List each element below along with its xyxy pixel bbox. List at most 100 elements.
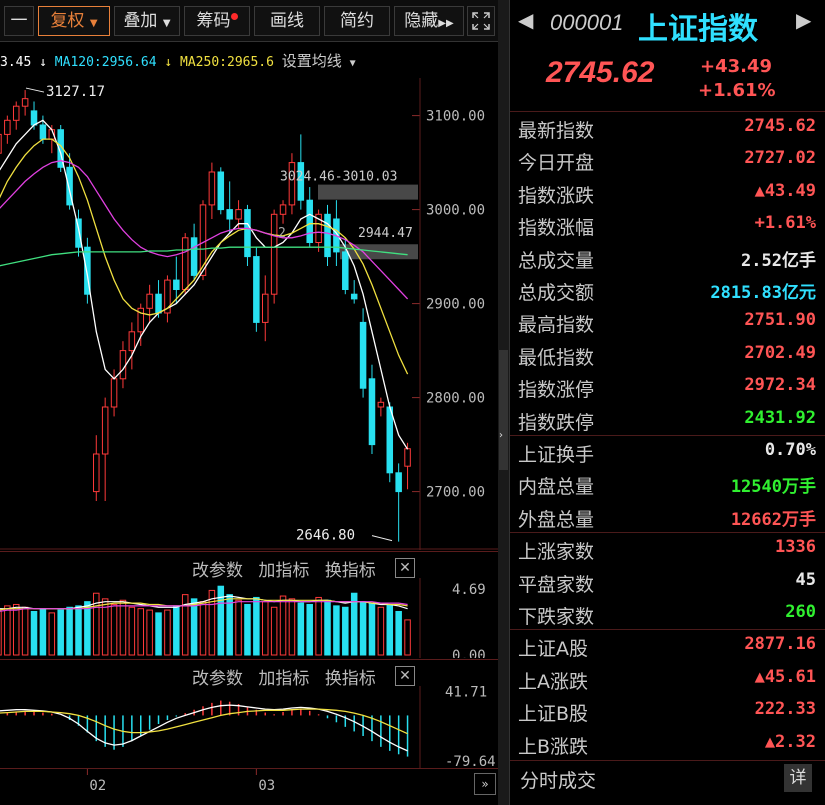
quote-row-label: 指数涨幅 bbox=[518, 217, 595, 240]
candle-body bbox=[75, 218, 82, 248]
fullscreen-button[interactable] bbox=[467, 6, 495, 36]
y-tick-label: 2900.00 bbox=[426, 297, 485, 313]
quote-row-label: 上证B股 bbox=[518, 703, 589, 726]
quote-row: 最新指数 2745.62 bbox=[510, 112, 825, 144]
next-arrow-icon[interactable]: ▶ bbox=[796, 8, 811, 32]
volume-bar bbox=[342, 606, 349, 656]
candle-body bbox=[39, 124, 47, 140]
range-annotation-label: 3024.46-3010.03 bbox=[280, 170, 397, 185]
candle-body bbox=[368, 378, 376, 446]
volume-bar bbox=[404, 619, 411, 656]
candle-body bbox=[128, 331, 136, 352]
toolbar-simple-button[interactable]: 简约 bbox=[324, 6, 390, 36]
double-arrow-right-icon: ▶▶ bbox=[438, 18, 454, 29]
mid-annotation-label: 2944.47 bbox=[358, 226, 413, 241]
x-tick-label: 02 bbox=[89, 778, 106, 794]
ma-settings-link[interactable]: 设置均线 bbox=[282, 52, 342, 70]
quote-row: 指数跌停 2431.92 bbox=[510, 404, 825, 436]
quote-row: 最低指数 2702.49 bbox=[510, 339, 825, 371]
previous-arrow-icon[interactable]: ◀ bbox=[518, 8, 533, 32]
arrow-down-icon: ↓ bbox=[39, 55, 55, 70]
quote-rows: 最新指数 2745.62 今日开盘 2727.02 指数涨跌 ▲43.49 指数涨幅 +1.6… bbox=[510, 112, 825, 762]
quote-row: 今日开盘 2727.02 bbox=[510, 144, 825, 176]
price-zone-band bbox=[318, 184, 418, 200]
candle-body bbox=[350, 293, 358, 300]
volume-bar bbox=[110, 603, 118, 656]
quote-row: 上A涨跌 ▲45.61 bbox=[510, 663, 825, 695]
candlestick-chart[interactable]: 3100.00 3000.00 2900.00 2800.00 2700.00 3127.… bbox=[0, 78, 498, 550]
close-panel-button[interactable]: ✕ bbox=[395, 558, 415, 578]
quote-panel: ◀ 000001 上证指数 ▶ 2745.62 +43.49 +1.61% 最新… bbox=[509, 0, 825, 805]
volume-bar bbox=[368, 602, 376, 656]
volume-bar bbox=[377, 606, 385, 656]
volume-bar bbox=[39, 608, 47, 656]
quote-row-value: 2727.02 bbox=[744, 148, 816, 169]
toolbar-chips-button[interactable]: 筹码 bbox=[184, 6, 250, 36]
candle-body bbox=[306, 199, 313, 243]
ma250-label: MA250:2965.6 bbox=[180, 55, 274, 70]
volume-bar bbox=[57, 609, 64, 656]
quote-row-value: 0.70% bbox=[764, 440, 816, 460]
volume-bar bbox=[164, 609, 171, 656]
candle-body bbox=[146, 293, 153, 309]
volume-bar bbox=[84, 601, 91, 656]
quote-row: 平盘家数 45 bbox=[510, 566, 825, 598]
divider bbox=[0, 659, 498, 660]
splitter-bar[interactable]: › bbox=[498, 0, 509, 805]
volume-bar bbox=[324, 599, 331, 656]
x-axis: 02 03 » bbox=[0, 768, 498, 798]
volume-bar bbox=[75, 605, 82, 656]
close-panel-button[interactable]: ✕ bbox=[395, 666, 415, 686]
quote-row-value: 12662万手 bbox=[730, 509, 816, 530]
quote-row-label: 平盘家数 bbox=[518, 573, 595, 596]
candle-body bbox=[208, 171, 216, 206]
quote-row-label: 总成交量 bbox=[518, 249, 595, 272]
volume-bar bbox=[253, 596, 260, 656]
price-change: +43.49 bbox=[700, 56, 773, 77]
macd-chart[interactable]: 41.71 -79.64 bbox=[0, 686, 498, 768]
quote-row-value: 2751.90 bbox=[744, 310, 816, 331]
high-price-label: 3127.17 bbox=[46, 84, 105, 100]
quote-row: 上涨家数 1336 bbox=[510, 533, 825, 565]
high-price-arrow bbox=[25, 87, 45, 93]
double-chevron-right-icon: » bbox=[481, 777, 489, 791]
ma-summary-line: 3.45 ↓ MA120:2956.64 ↓ MA250:2965.6 设置均线… bbox=[0, 50, 356, 72]
candle-body bbox=[101, 406, 109, 455]
candle-body bbox=[377, 401, 385, 408]
close-icon: ✕ bbox=[399, 668, 411, 684]
volume-bar bbox=[173, 605, 180, 656]
toolbar-hide-button[interactable]: 隐藏▶▶ bbox=[394, 6, 464, 36]
quote-row: 上证A股 2877.16 bbox=[510, 630, 825, 662]
scroll-right-button[interactable]: » bbox=[474, 773, 496, 795]
quote-row-value: 1336 bbox=[775, 537, 816, 558]
volume-bar bbox=[279, 595, 287, 656]
y-tick-label: 3000.00 bbox=[426, 203, 485, 219]
macd-dea-line bbox=[0, 708, 408, 735]
candle-body bbox=[342, 251, 349, 290]
splitter-handle[interactable] bbox=[499, 350, 508, 470]
quote-row-value: 2431.92 bbox=[744, 407, 816, 428]
quote-row: 下跌家数 260 bbox=[510, 598, 825, 630]
low-price-label: 2646.80 bbox=[296, 528, 355, 544]
toolbar-overlay-button[interactable]: 叠加 ▼ bbox=[114, 6, 180, 36]
quote-row-value: +1.61% bbox=[754, 213, 816, 234]
volume-bar bbox=[297, 602, 305, 656]
toolbar-minimize-button[interactable]: 一 bbox=[4, 6, 34, 36]
arrow-down-icon: ↓ bbox=[164, 55, 181, 70]
chart-toolbar: 一 复权 ▼ 叠加 ▼ 筹码 画线 简约 隐藏▶▶ bbox=[0, 0, 498, 42]
toolbar-adjust-button[interactable]: 复权 ▼ bbox=[38, 6, 110, 36]
toolbar-draw-button[interactable]: 画线 bbox=[254, 6, 320, 36]
close-icon: ✕ bbox=[399, 560, 411, 576]
quote-row: 上证B股 222.33 bbox=[510, 695, 825, 727]
volume-bar bbox=[30, 610, 38, 656]
quote-header: ◀ 000001 上证指数 ▶ bbox=[510, 0, 825, 47]
toolbar-simple-label: 简约 bbox=[340, 11, 374, 31]
quote-row: 指数涨跌 ▲43.49 bbox=[510, 177, 825, 209]
quote-row-value: ▲2.32 bbox=[764, 731, 816, 752]
quote-row-label: 最新指数 bbox=[518, 120, 595, 142]
detail-button[interactable]: 详 bbox=[784, 764, 812, 792]
low-price-arrow bbox=[371, 535, 393, 542]
volume-chart[interactable]: 4.69 0.00 bbox=[0, 578, 498, 658]
volume-bar bbox=[306, 603, 313, 656]
quote-row-label: 上证A股 bbox=[518, 638, 588, 661]
